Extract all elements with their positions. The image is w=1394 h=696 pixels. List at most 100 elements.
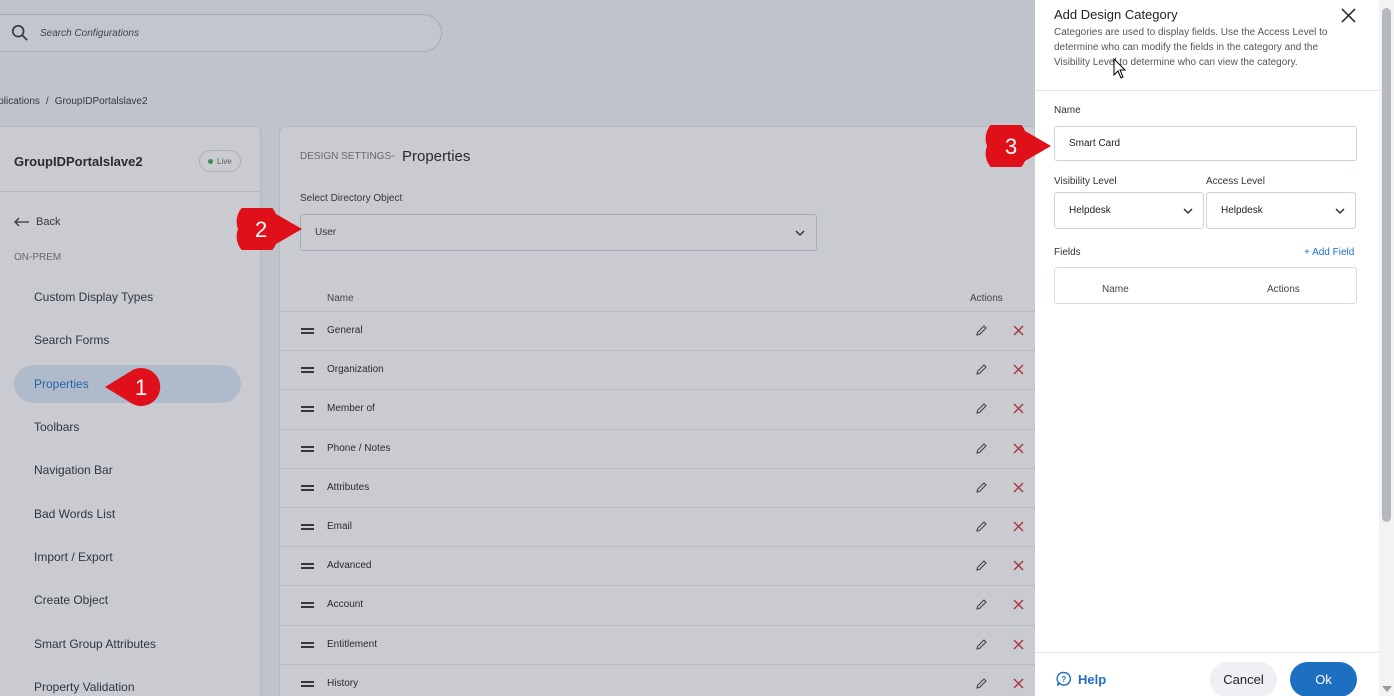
drag-handle-icon[interactable]	[301, 641, 314, 648]
step-marker-3: 3	[985, 125, 1051, 167]
chevron-down-icon	[795, 230, 805, 237]
sidebar-item-bad-words-list[interactable]: Bad Words List	[14, 495, 241, 533]
visibility-level-label: Visibility Level	[1054, 176, 1117, 187]
scroll-down-arrow-icon[interactable]	[1382, 686, 1392, 692]
step-marker-1-label: 1	[135, 375, 147, 400]
access-level-value: Helpdesk	[1221, 205, 1263, 216]
row-name: Email	[327, 521, 353, 532]
table-row[interactable]: Advanced	[280, 546, 1040, 585]
add-design-category-panel: Add Design Category Categories are used …	[1035, 0, 1379, 696]
row-name: Organization	[327, 364, 384, 376]
sidebar-item-custom-display-types[interactable]: Custom Display Types	[14, 278, 241, 316]
sidebar-item-create-object[interactable]: Create Object	[14, 581, 241, 619]
cancel-button[interactable]: Cancel	[1210, 662, 1277, 696]
edit-icon[interactable]	[975, 324, 988, 337]
drag-handle-icon[interactable]	[301, 367, 314, 374]
access-level-label: Access Level	[1206, 176, 1265, 187]
delete-icon[interactable]	[1012, 677, 1025, 690]
delete-icon[interactable]	[1012, 442, 1025, 455]
delete-icon[interactable]	[1012, 363, 1025, 376]
close-icon[interactable]	[1341, 8, 1356, 23]
select-value: User	[315, 227, 337, 238]
breadcrumb-parent[interactable]: Applications	[0, 96, 40, 107]
delete-icon[interactable]	[1012, 638, 1025, 651]
row-name: General	[327, 325, 363, 336]
visibility-level-select[interactable]: Helpdesk	[1054, 192, 1204, 229]
name-label: Name	[1054, 105, 1081, 116]
table-row[interactable]: Attributes	[280, 467, 1040, 507]
drag-handle-icon[interactable]	[301, 602, 314, 609]
page-title: Properties	[402, 148, 471, 165]
sidebar: GroupIDPortalslave2 Live Back ON-PREM Cu…	[0, 126, 261, 696]
sidebar-item-property-validation[interactable]: Property Validation	[14, 668, 241, 696]
edit-icon[interactable]	[975, 638, 988, 651]
column-header-actions: Actions	[970, 293, 1003, 304]
drag-handle-icon[interactable]	[301, 406, 314, 413]
table-row[interactable]: Email	[280, 507, 1040, 546]
table-row[interactable]: General	[280, 311, 1040, 350]
edit-icon[interactable]	[975, 559, 988, 572]
table-row[interactable]: Entitlement	[280, 624, 1040, 664]
table-row[interactable]: Organization	[280, 350, 1040, 389]
fields-label: Fields	[1054, 247, 1081, 258]
delete-icon[interactable]	[1012, 402, 1025, 415]
table-row[interactable]: Member of	[280, 389, 1040, 428]
edit-icon[interactable]	[975, 520, 988, 533]
drag-handle-icon[interactable]	[301, 484, 314, 491]
row-name: Account	[327, 599, 364, 611]
table-row[interactable]: Account	[280, 585, 1040, 624]
visibility-level-value: Helpdesk	[1069, 205, 1111, 216]
edit-icon[interactable]	[975, 598, 988, 611]
sidebar-item-navigation-bar[interactable]: Navigation Bar	[14, 451, 241, 489]
edit-icon[interactable]	[975, 442, 988, 455]
drag-handle-icon[interactable]	[301, 563, 314, 570]
delete-icon[interactable]	[1012, 520, 1025, 533]
svg-text:?: ?	[1061, 675, 1066, 684]
edit-icon[interactable]	[975, 481, 988, 494]
search-input[interactable]: Search Configurations	[0, 14, 442, 52]
help-button[interactable]: ? Help	[1056, 671, 1106, 687]
row-name: Phone / Notes	[327, 442, 391, 454]
back-label: Back	[36, 216, 61, 228]
sidebar-item-import-export[interactable]: Import / Export	[14, 538, 241, 576]
sidebar-item-toolbars[interactable]: Toolbars	[14, 408, 241, 446]
row-name: Attributes	[327, 481, 370, 493]
edit-icon[interactable]	[975, 363, 988, 376]
chevron-down-icon	[1335, 208, 1345, 215]
back-button[interactable]: Back	[14, 216, 60, 228]
drag-handle-icon[interactable]	[301, 328, 314, 334]
delete-icon[interactable]	[1012, 481, 1025, 494]
delete-icon[interactable]	[1012, 598, 1025, 611]
delete-icon[interactable]	[1012, 324, 1025, 337]
main-content: DESIGN SETTINGS - Properties Select Dire…	[279, 126, 1079, 696]
edit-icon[interactable]	[975, 677, 988, 690]
step-marker-1: 1	[105, 368, 161, 406]
ok-button[interactable]: Ok	[1290, 662, 1357, 696]
edit-icon[interactable]	[975, 402, 988, 415]
panel-description: Categories are used to display fields. U…	[1054, 27, 1328, 68]
chevron-down-icon	[1183, 208, 1193, 215]
column-header-name: Name	[1102, 284, 1129, 295]
divider	[0, 191, 260, 192]
delete-icon[interactable]	[1012, 559, 1025, 572]
help-icon: ?	[1056, 671, 1071, 686]
sidebar-item-smart-group-attributes[interactable]: Smart Group Attributes	[14, 625, 241, 663]
scrollbar[interactable]	[1379, 0, 1394, 696]
row-name: Advanced	[327, 560, 372, 572]
title-separator: -	[391, 150, 395, 162]
drag-handle-icon[interactable]	[301, 680, 314, 687]
name-field[interactable]: Smart Card	[1054, 126, 1357, 161]
live-dot-icon	[208, 158, 213, 164]
drag-handle-icon[interactable]	[301, 524, 314, 530]
access-level-select[interactable]: Helpdesk	[1206, 192, 1356, 229]
table-row[interactable]: History	[280, 663, 1040, 696]
add-field-button[interactable]: + Add Field	[1304, 247, 1354, 258]
step-marker-3-label: 3	[1005, 134, 1017, 159]
drag-handle-icon[interactable]	[301, 445, 314, 452]
table-row[interactable]: Phone / Notes	[280, 428, 1040, 468]
arrow-left-icon	[14, 217, 29, 227]
panel-title: Add Design Category	[1054, 7, 1178, 22]
scrollbar-thumb[interactable]	[1382, 8, 1391, 522]
directory-object-select[interactable]: User	[300, 214, 817, 251]
sidebar-item-search-forms[interactable]: Search Forms	[14, 321, 241, 359]
